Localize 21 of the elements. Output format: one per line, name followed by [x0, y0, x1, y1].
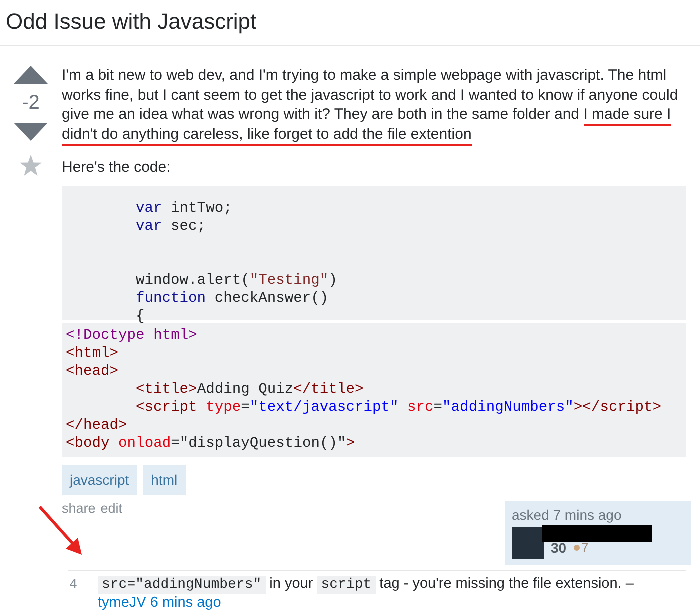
comment-time-link[interactable]: 6 mins ago	[150, 594, 222, 610]
tag[interactable]: html	[143, 464, 186, 494]
question-title[interactable]: Odd Issue with Javascript	[0, 0, 700, 46]
comment-text: src="addingNumbers" in your script tag - you're missing the file extension. – tymeJV 6 mins ago	[98, 574, 635, 612]
post-action-link[interactable]: share	[62, 500, 96, 564]
photo-placeholder	[512, 526, 544, 558]
tag[interactable]: javascript	[62, 464, 138, 494]
bronze-badge-count: 7	[582, 540, 589, 555]
downvote-icon[interactable]	[14, 123, 48, 141]
vote-count: -2	[22, 92, 40, 115]
question-body-text: I'm a bit new to web dev, and I'm trying to make a simple webpage with javascript. The html works fine, but I cant seem to get the javascript to work and I wanted to know if anyone could give me an idea what was wrong with it? They are both in the same folder and I made sure I didn't do anything careless, like forget to add the file extention	[62, 66, 686, 144]
star-icon[interactable]	[20, 155, 42, 176]
comment-user-link[interactable]: tymeJV	[98, 594, 146, 610]
asked-time: asked 7 mins ago	[512, 506, 623, 522]
code-intro-text: Here's the code:	[62, 158, 172, 178]
comment-score: 4	[70, 574, 78, 592]
upvote-icon[interactable]	[14, 66, 48, 84]
post-action-link[interactable]: edit	[100, 500, 123, 564]
bronze-badge-icon	[574, 544, 580, 550]
reputation: 30	[551, 540, 567, 556]
code-block: <!Doctype html> <html> <head> <title>Adding Quiz</title> <script type="text/javascript" src="addingNumbers"></script> </head> <body onload="displayQuestion()">	[62, 322, 686, 456]
